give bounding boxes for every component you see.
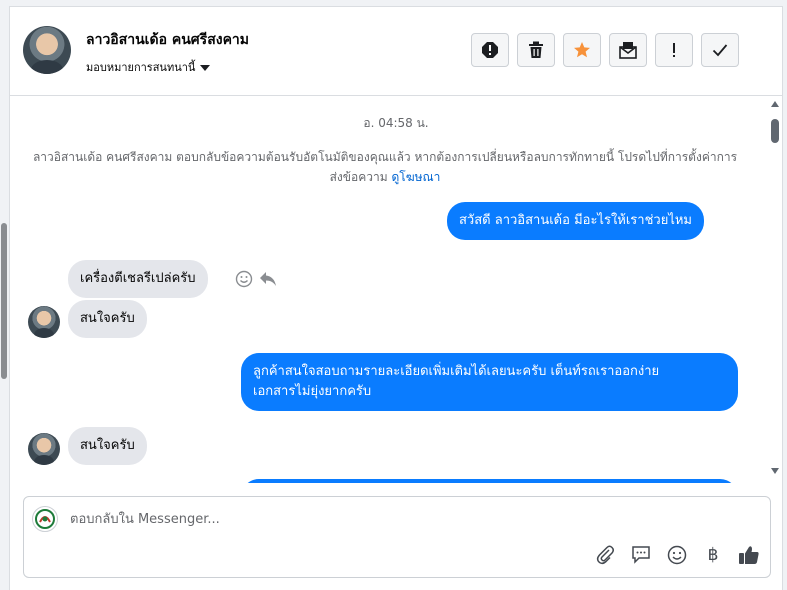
incoming-message[interactable]: เครื่องตีเชลรีเปล่ครับ (68, 260, 208, 298)
page-logo (32, 506, 58, 532)
conversation-actions (471, 33, 739, 67)
mark-unread-button[interactable] (609, 33, 647, 67)
mark-done-button[interactable] (701, 33, 739, 67)
page-scrollbar-thumb[interactable] (1, 223, 7, 379)
outgoing-message-line: ลูกค้าสนใจสอบถามรายละเอียดเพิ่มเติมได้เล… (253, 364, 660, 379)
system-message-text: ลาวอิสานเด้อ คนศรีสงคาม ตอบกลับข้อความต้… (32, 150, 738, 184)
emoji-button[interactable] (666, 544, 688, 566)
smiley-icon (667, 545, 687, 565)
like-button[interactable] (738, 544, 760, 566)
emoji-icon[interactable] (235, 270, 253, 288)
assign-conversation-dropdown[interactable]: มอบหมายการสนทนานี้ (86, 58, 211, 76)
contact-avatar[interactable] (23, 26, 71, 74)
message-thread[interactable]: อ. 04:58 น. ลาวอิสานเด้อ คนศรีสงคาม ตอบก… (10, 96, 782, 483)
follow-up-button[interactable] (655, 33, 693, 67)
outgoing-message-line: เอกสารไม่ยุ่งยากครับ (253, 384, 372, 399)
reply-composer: ฿ (23, 496, 771, 578)
trash-icon (529, 41, 543, 58)
payment-button[interactable]: ฿ (702, 544, 724, 566)
thread-scrollbar-thumb[interactable] (771, 119, 779, 143)
chevron-down-icon (200, 64, 211, 71)
delete-button[interactable] (517, 33, 555, 67)
attach-file-button[interactable] (594, 544, 616, 566)
system-message: ลาวอิสานเด้อ คนศรีสงคาม ตอบกลับข้อความต้… (30, 147, 740, 187)
thread-scrollbar[interactable] (770, 96, 780, 483)
saved-reply-icon (632, 546, 650, 564)
view-ad-link[interactable]: ดูโฆษณา (391, 170, 440, 184)
conversation-header: ลาวอิสานเด้อ คนศรีสงคาม มอบหมายการสนทนาน… (10, 7, 782, 96)
composer-toolbar: ฿ (594, 544, 760, 566)
message-tools (235, 270, 277, 288)
attachment-icon (596, 545, 614, 565)
contact-name[interactable]: ลาวอิสานเด้อ คนศรีสงคาม (86, 29, 249, 51)
outgoing-message[interactable]: ลูกค้าสนใจสอบถามรายละเอียดเพิ่มเติมได้เล… (241, 353, 738, 411)
assign-label: มอบหมายการสนทนานี้ (86, 61, 196, 74)
message-timestamp: อ. 04:58 น. (363, 116, 429, 130)
incoming-message[interactable]: สนใจครับ (68, 300, 147, 338)
conversation-panel: ลาวอิสานเด้อ คนศรีสงคาม มอบหมายการสนทนาน… (9, 6, 783, 590)
contact-avatar-small[interactable] (28, 433, 60, 465)
incoming-message[interactable]: สนใจครับ (68, 427, 147, 465)
scroll-up-arrow-icon[interactable] (771, 101, 779, 107)
contact-avatar-small[interactable] (28, 306, 60, 338)
outgoing-message[interactable]: สวัสดี ลาวอิสานเด้อ มีอะไรให้เราช่วยไหม (447, 202, 705, 240)
spam-icon (482, 42, 498, 58)
star-button[interactable] (563, 33, 601, 67)
star-icon (574, 42, 590, 58)
baht-icon: ฿ (707, 545, 719, 565)
scroll-down-arrow-icon[interactable] (771, 468, 779, 474)
page-scrollbar[interactable] (0, 95, 9, 590)
reply-icon[interactable] (259, 271, 277, 287)
follow-up-icon (673, 43, 675, 57)
mark-unread-icon (619, 42, 637, 59)
reply-input[interactable] (70, 509, 670, 529)
mark-spam-button[interactable] (471, 33, 509, 67)
outgoing-message-partial[interactable] (241, 479, 738, 483)
done-icon (712, 44, 728, 57)
saved-replies-button[interactable] (630, 544, 652, 566)
like-icon (739, 546, 759, 564)
